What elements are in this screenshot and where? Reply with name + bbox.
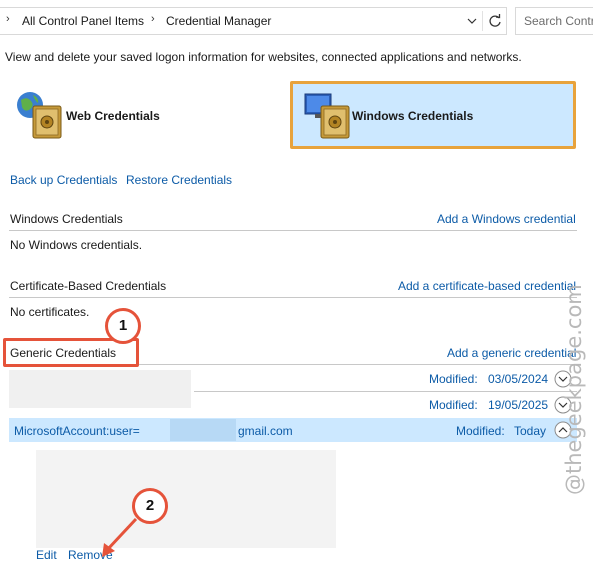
modified-date: 03/05/2024: [488, 372, 549, 386]
redacted-username: [170, 419, 236, 441]
arrow-icon: [102, 517, 138, 557]
section-empty-certificate: No certificates.: [10, 305, 90, 319]
windows-credentials-button[interactable]: Windows Credentials: [290, 81, 576, 149]
section-empty-windows: No Windows credentials.: [10, 238, 143, 252]
windows-credentials-icon: [304, 93, 350, 139]
windows-credentials-label: Windows Credentials: [352, 109, 474, 123]
web-credentials-button[interactable]: Web Credentials: [13, 90, 173, 142]
modified-label: Modified:: [429, 398, 478, 412]
section-title-certificate: Certificate-Based Credentials: [10, 279, 167, 293]
redacted-credential-details: [36, 450, 336, 548]
breadcrumb-credential-manager[interactable]: Credential Manager: [166, 14, 271, 28]
web-credentials-icon: [17, 92, 62, 139]
chevron-right-icon: ›: [6, 13, 10, 25]
add-windows-credential-link[interactable]: Add a Windows credential: [437, 212, 576, 226]
search-placeholder: Search Contr: [524, 14, 593, 28]
address-bar[interactable]: › All Control Panel Items › Credential M…: [0, 7, 507, 35]
backup-credentials-link[interactable]: Back up Credentials: [10, 173, 117, 187]
breadcrumb-all-control-panel-items[interactable]: All Control Panel Items: [22, 14, 144, 28]
step-1-marker: 1: [105, 308, 141, 344]
modified-label: Modified:: [429, 372, 478, 386]
chevron-right-icon: ›: [151, 13, 155, 25]
watermark: @thegeekpage.com: [562, 284, 586, 495]
redacted-credential-names: [9, 370, 191, 408]
search-input[interactable]: Search Contr: [515, 7, 593, 35]
row-divider: [194, 391, 577, 392]
section-divider: [9, 230, 577, 231]
add-certificate-credential-link[interactable]: Add a certificate-based credential: [398, 279, 576, 293]
edit-link[interactable]: Edit: [36, 548, 57, 562]
modified-date: Today: [514, 424, 547, 438]
chevron-down-icon[interactable]: [466, 14, 478, 28]
add-generic-credential-link[interactable]: Add a generic credential: [447, 346, 576, 360]
refresh-icon[interactable]: [486, 11, 504, 31]
section-divider: [9, 297, 577, 298]
divider: [482, 11, 483, 31]
modified-label: Modified:: [456, 424, 505, 438]
modified-date: 19/05/2025: [488, 398, 549, 412]
credential-name-suffix: gmail.com: [238, 424, 293, 438]
page-description: View and delete your saved logon informa…: [5, 50, 522, 64]
section-title-windows: Windows Credentials: [10, 212, 123, 226]
restore-credentials-link[interactable]: Restore Credentials: [126, 173, 232, 187]
credential-name-prefix: MicrosoftAccount:user=: [14, 424, 140, 438]
web-credentials-label: Web Credentials: [66, 109, 160, 123]
